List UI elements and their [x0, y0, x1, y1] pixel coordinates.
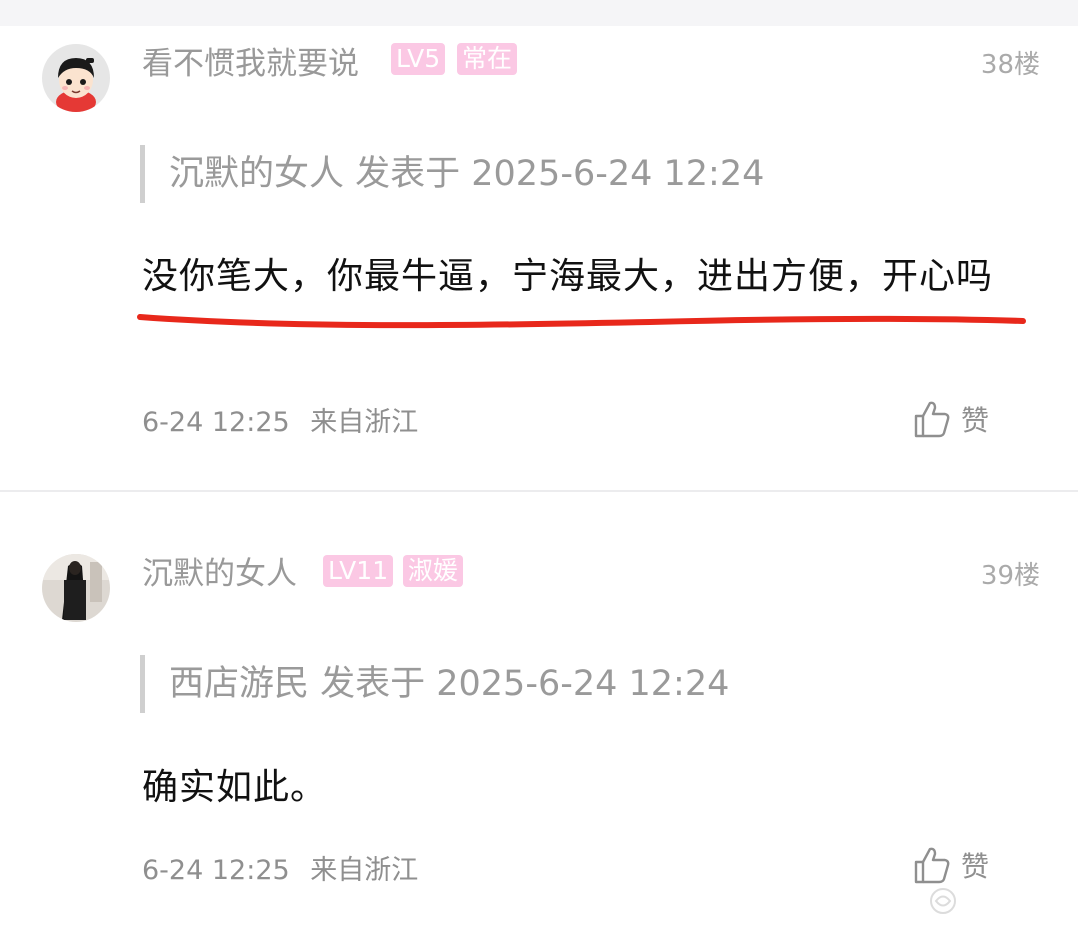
post-time: 6-24 12:25	[142, 407, 290, 438]
level-badge: LV11	[323, 555, 394, 587]
post-location: 来自浙江	[310, 407, 419, 438]
watermark-logo-icon	[930, 888, 956, 914]
quoted-reference[interactable]: 沉默的女人 发表于 2025-6-24 12:24	[140, 145, 764, 203]
reply-post-39: 沉默的女人 LV11 淑媛 39楼 西店游民 发表于 2025-6-24 12:…	[0, 492, 1078, 931]
thumbs-up-icon	[914, 847, 950, 884]
reply-post-38: 看不惯我就要说 LV5 常在 38楼 沉默的女人 发表于 2025-6-24 1…	[0, 26, 1078, 492]
title-badge: 淑媛	[403, 555, 464, 587]
post-meta: 6-24 12:25 来自浙江	[142, 848, 418, 887]
thumbs-up-icon	[914, 401, 950, 438]
red-underline-annotation	[137, 314, 1026, 329]
post-time: 6-24 12:25	[142, 855, 290, 886]
user-avatar[interactable]	[42, 44, 110, 112]
username[interactable]: 沉默的女人	[142, 548, 297, 593]
avatar-cartoon-icon	[42, 44, 110, 112]
username[interactable]: 看不惯我就要说	[142, 38, 359, 83]
top-bar-strip	[0, 0, 1078, 26]
like-label: 赞	[961, 850, 990, 883]
avatar-photo-icon	[42, 554, 110, 622]
quoted-reference[interactable]: 西店游民 发表于 2025-6-24 12:24	[140, 655, 729, 713]
title-badge: 常在	[457, 43, 518, 75]
watermark	[928, 886, 958, 916]
like-button[interactable]: 赞	[913, 843, 989, 887]
post-meta: 6-24 12:25 来自浙江	[142, 400, 418, 439]
level-badge: LV5	[391, 43, 446, 75]
floor-number: 38楼	[980, 50, 1040, 80]
post-location: 来自浙江	[310, 855, 419, 886]
user-avatar[interactable]	[42, 554, 110, 622]
like-label: 赞	[961, 404, 990, 437]
floor-number: 39楼	[980, 561, 1040, 591]
post-body: 确实如此。	[142, 767, 328, 808]
like-button[interactable]: 赞	[913, 397, 989, 441]
